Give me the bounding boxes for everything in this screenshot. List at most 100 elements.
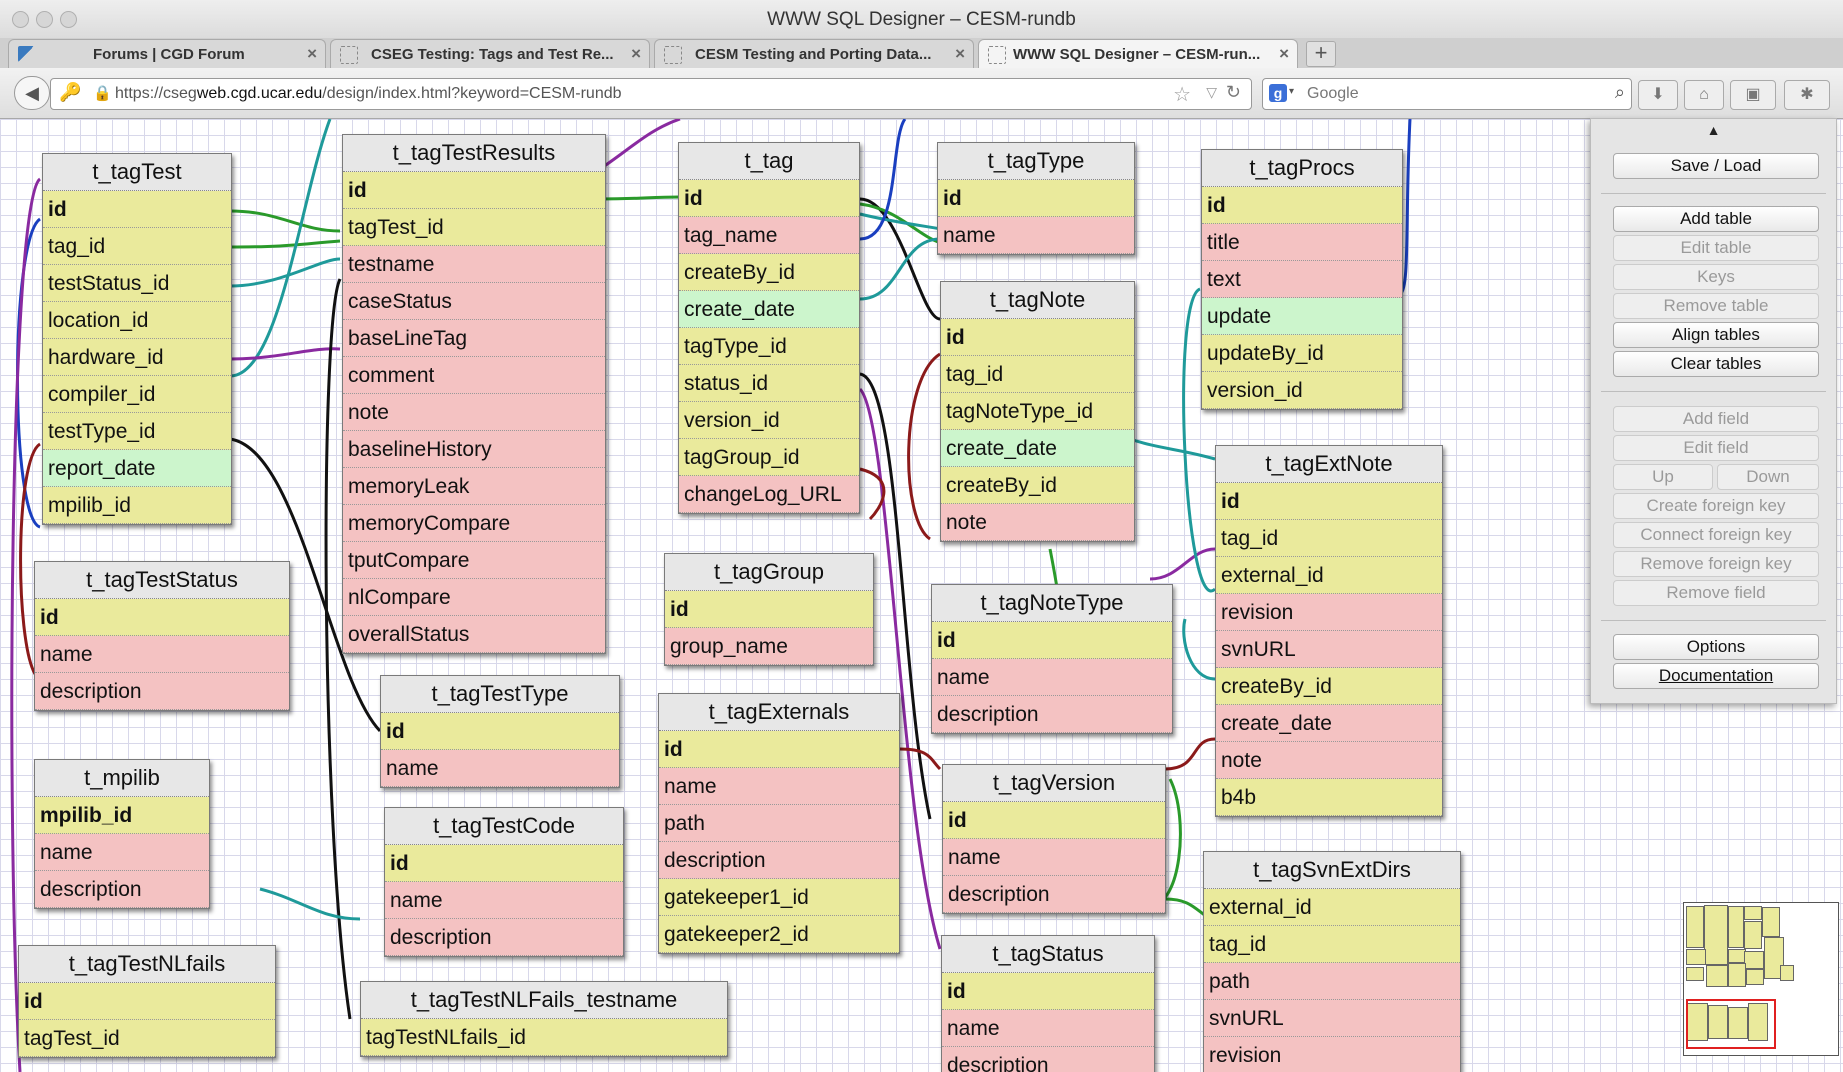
field[interactable]: comment <box>343 357 605 394</box>
field[interactable]: id <box>659 731 899 768</box>
table-t_tagProcs[interactable]: t_tagProcs id title text update updateBy… <box>1201 149 1403 410</box>
field[interactable]: id <box>43 191 231 228</box>
field[interactable]: id <box>1216 483 1442 520</box>
field[interactable]: create_date <box>941 430 1134 467</box>
field[interactable]: caseStatus <box>343 283 605 320</box>
field[interactable]: overallStatus <box>343 616 605 653</box>
table-title[interactable]: t_tagNote <box>941 282 1134 319</box>
field[interactable]: path <box>1204 963 1460 1000</box>
field[interactable]: tagNoteType_id <box>941 393 1134 430</box>
table-title[interactable]: t_tagTestType <box>381 676 619 713</box>
field[interactable]: description <box>942 1047 1154 1072</box>
field[interactable]: memoryLeak <box>343 468 605 505</box>
table-t_tagType[interactable]: t_tagType id name <box>937 142 1135 255</box>
table-title[interactable]: t_tagTestStatus <box>35 562 289 599</box>
field[interactable]: path <box>659 805 899 842</box>
field[interactable]: tagTest_id <box>343 209 605 246</box>
field[interactable]: create_date <box>1216 705 1442 742</box>
field[interactable]: create_date <box>679 291 859 328</box>
field[interactable]: tag_id <box>1216 520 1442 557</box>
field[interactable]: description <box>35 871 209 908</box>
field[interactable]: tagType_id <box>679 328 859 365</box>
table-t_mpilib[interactable]: t_mpilib mpilib_id name description <box>34 759 210 909</box>
field[interactable]: memoryCompare <box>343 505 605 542</box>
table-title[interactable]: t_tagTestCode <box>385 808 623 845</box>
table-t_tagExtNote[interactable]: t_tagExtNote id tag_id external_id revis… <box>1215 445 1443 817</box>
table-t_tagTestCode[interactable]: t_tagTestCode id name description <box>384 807 624 957</box>
field[interactable]: baselineHistory <box>343 431 605 468</box>
tab-cesm-testing[interactable]: CESM Testing and Porting Data... × <box>654 39 974 68</box>
field[interactable]: external_id <box>1204 889 1460 926</box>
field[interactable]: name <box>659 768 899 805</box>
field[interactable]: createBy_id <box>679 254 859 291</box>
tab-sql-designer[interactable]: WWW SQL Designer – CESM-run... × <box>978 39 1298 68</box>
search-bar[interactable]: g ▾ Google ⌕ <box>1262 78 1632 110</box>
move-field-down-button[interactable]: Down <box>1717 464 1819 490</box>
table-title[interactable]: t_tagSvnExtDirs <box>1204 852 1460 889</box>
field[interactable]: title <box>1202 224 1402 261</box>
table-title[interactable]: t_tagType <box>938 143 1134 180</box>
design-canvas[interactable]: t_tagTest id tag_id testStatus_id locati… <box>0 119 1843 1072</box>
table-t_tagTestType[interactable]: t_tagTestType id name <box>380 675 620 788</box>
table-title[interactable]: t_tagTest <box>43 154 231 191</box>
minimap-viewport[interactable] <box>1686 999 1776 1049</box>
options-button[interactable]: Options <box>1613 634 1819 660</box>
field[interactable]: revision <box>1204 1037 1460 1072</box>
extension-icon[interactable]: ✱ <box>1784 80 1830 110</box>
remove-table-button[interactable]: Remove table <box>1613 293 1819 319</box>
field[interactable]: id <box>35 599 289 636</box>
field[interactable]: tputCompare <box>343 542 605 579</box>
field[interactable]: report_date <box>43 450 231 487</box>
field[interactable]: tag_id <box>43 228 231 265</box>
home-icon[interactable]: ⌂ <box>1684 80 1724 110</box>
field[interactable]: version_id <box>1202 372 1402 409</box>
move-field-up-button[interactable]: Up <box>1613 464 1713 490</box>
reload-icon[interactable]: ↻ <box>1226 82 1241 103</box>
table-title[interactable]: t_tagTestNLFails_testname <box>361 982 727 1019</box>
connect-foreign-key-button[interactable]: Connect foreign key <box>1613 522 1819 548</box>
table-title[interactable]: t_tagNoteType <box>932 585 1172 622</box>
table-t_tagTestNLFails_testname[interactable]: t_tagTestNLFails_testname tagTestNLfails… <box>360 981 728 1057</box>
search-icon[interactable]: ⌕ <box>1615 82 1625 103</box>
search-input[interactable]: Google <box>1307 85 1359 103</box>
field[interactable]: id <box>943 802 1165 839</box>
field[interactable]: name <box>385 882 623 919</box>
field[interactable]: id <box>343 172 605 209</box>
field[interactable]: gatekeeper1_id <box>659 879 899 916</box>
field[interactable]: id <box>381 713 619 750</box>
field[interactable]: id <box>1202 187 1402 224</box>
field[interactable]: id <box>679 180 859 217</box>
field[interactable]: updateBy_id <box>1202 335 1402 372</box>
bookmark-star-icon[interactable]: ☆ <box>1173 82 1191 107</box>
table-t_tagSvnExtDirs[interactable]: t_tagSvnExtDirs external_id tag_id path … <box>1203 851 1461 1072</box>
google-icon[interactable]: g <box>1269 84 1287 102</box>
field[interactable]: name <box>381 750 619 787</box>
tab-forums[interactable]: Forums | CGD Forum × <box>8 39 326 68</box>
create-foreign-key-button[interactable]: Create foreign key <box>1613 493 1819 519</box>
field[interactable]: baseLineTag <box>343 320 605 357</box>
table-title[interactable]: t_tagExternals <box>659 694 899 731</box>
field[interactable]: mpilib_id <box>43 487 231 524</box>
field[interactable]: b4b <box>1216 779 1442 816</box>
table-title[interactable]: t_tagTestResults <box>343 135 605 172</box>
table-t_tagNote[interactable]: t_tagNote id tag_id tagNoteType_id creat… <box>940 281 1135 542</box>
add-table-button[interactable]: Add table <box>1613 206 1819 232</box>
table-t_tagGroup[interactable]: t_tagGroup id group_name <box>664 553 874 666</box>
table-t_tagStatus[interactable]: t_tagStatus id name description <box>941 935 1155 1072</box>
field[interactable]: id <box>665 591 873 628</box>
field[interactable]: tag_name <box>679 217 859 254</box>
edit-table-button[interactable]: Edit table <box>1613 235 1819 261</box>
field[interactable]: name <box>35 636 289 673</box>
table-t_tag[interactable]: t_tag id tag_name createBy_id create_dat… <box>678 142 860 514</box>
field[interactable]: id <box>19 983 275 1020</box>
field[interactable]: svnURL <box>1204 1000 1460 1037</box>
field[interactable]: id <box>385 845 623 882</box>
new-tab-button[interactable]: + <box>1306 41 1336 67</box>
table-title[interactable]: t_tagGroup <box>665 554 873 591</box>
field[interactable]: createBy_id <box>941 467 1134 504</box>
edit-field-button[interactable]: Edit field <box>1613 435 1819 461</box>
field[interactable]: external_id <box>1216 557 1442 594</box>
table-title[interactable]: t_tag <box>679 143 859 180</box>
field[interactable]: description <box>385 919 623 956</box>
align-tables-button[interactable]: Align tables <box>1613 322 1819 348</box>
